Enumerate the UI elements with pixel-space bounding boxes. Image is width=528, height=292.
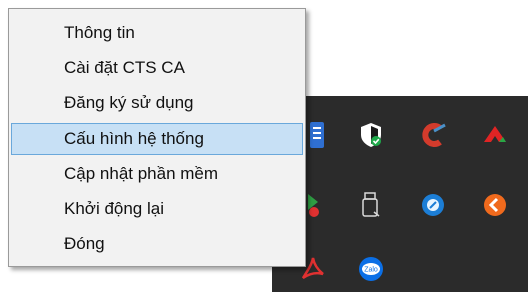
menu-item-dang-ky-su-dung[interactable]: Đăng ký sử dụng	[11, 88, 303, 118]
ccleaner-icon[interactable]	[420, 122, 446, 148]
windows-security-icon[interactable]	[358, 122, 384, 148]
zalo-icon[interactable]: Zalo	[358, 256, 384, 282]
menu-item-label: Cập nhật phần mềm	[64, 164, 219, 183]
menu-item-thong-tin[interactable]: Thông tin	[11, 18, 303, 48]
menu-item-label: Cấu hình hệ thống	[64, 129, 204, 148]
menu-item-label: Đăng ký sử dụng	[64, 93, 194, 112]
menu-item-cai-dat-cts-ca[interactable]: Cài đặt CTS CA	[11, 53, 303, 83]
usb-drive-icon[interactable]	[358, 192, 384, 218]
menu-item-label: Cài đặt CTS CA	[64, 58, 185, 77]
blue-circle-app-icon[interactable]	[420, 192, 446, 218]
menu-item-cau-hinh-he-thong[interactable]: Cấu hình hệ thống	[11, 123, 303, 155]
red-arrow-app-icon[interactable]	[482, 122, 508, 148]
context-menu: Thông tin Cài đặt CTS CA Đăng ký sử dụng…	[8, 8, 306, 267]
tray-overflow-panel: Zalo	[272, 96, 528, 292]
menu-item-label: Đóng	[64, 234, 105, 253]
menu-item-khoi-dong-lai[interactable]: Khởi động lại	[11, 194, 303, 224]
menu-item-dong[interactable]: Đóng	[11, 229, 303, 259]
zalo-icon-label: Zalo	[364, 267, 378, 274]
menu-item-cap-nhat-phan-mem[interactable]: Cập nhật phần mềm	[11, 159, 303, 189]
orange-circle-app-icon[interactable]	[482, 192, 508, 218]
menu-item-label: Thông tin	[64, 23, 135, 42]
document-app-icon[interactable]	[304, 122, 330, 148]
menu-item-label: Khởi động lại	[64, 199, 164, 218]
screen: Zalo Thông tin Cài đặt CTS CA Đăng ký sử…	[0, 0, 528, 292]
